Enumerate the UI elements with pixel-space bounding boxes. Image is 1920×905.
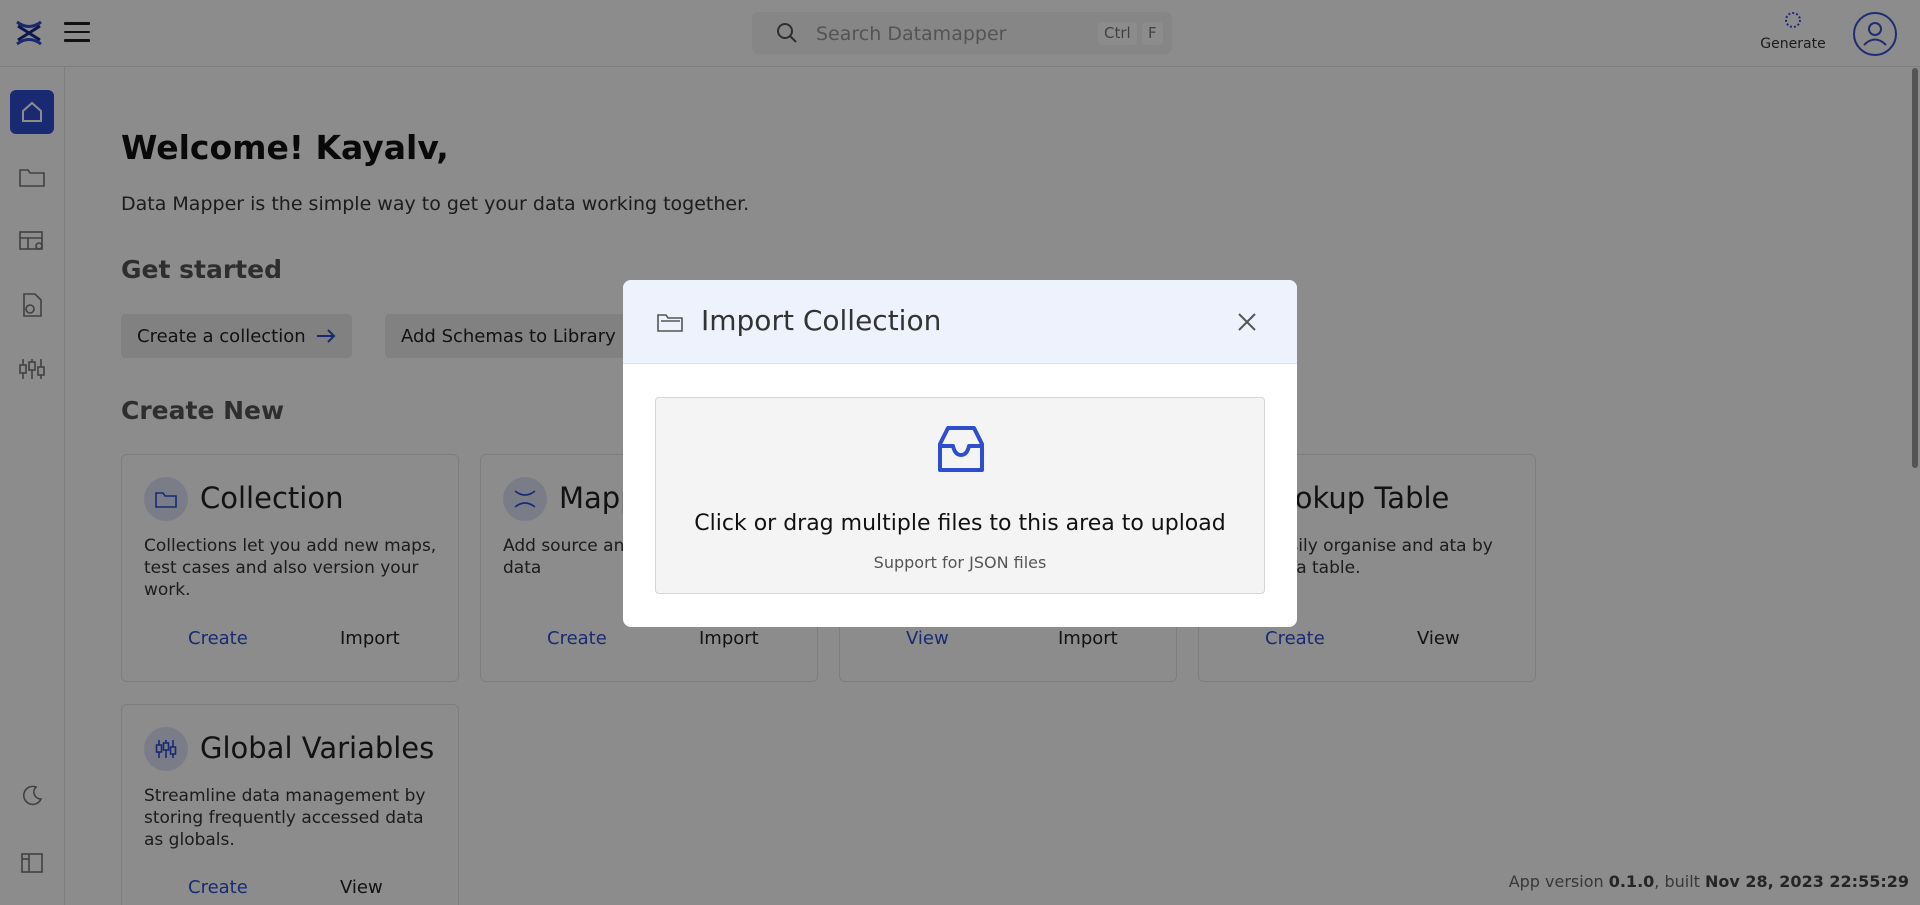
inbox-icon — [938, 426, 984, 472]
modal-header: Import Collection — [623, 280, 1297, 364]
drop-zone-hint: Support for JSON files — [873, 553, 1047, 572]
folder-icon — [657, 314, 683, 332]
drop-zone-title: Click or drag multiple files to this are… — [694, 511, 1226, 536]
close-icon[interactable] — [1235, 310, 1259, 334]
file-drop-zone[interactable]: Click or drag multiple files to this are… — [655, 397, 1265, 594]
import-collection-modal: Import Collection Click or drag multiple… — [623, 280, 1297, 627]
modal-title: Import Collection — [701, 304, 942, 337]
